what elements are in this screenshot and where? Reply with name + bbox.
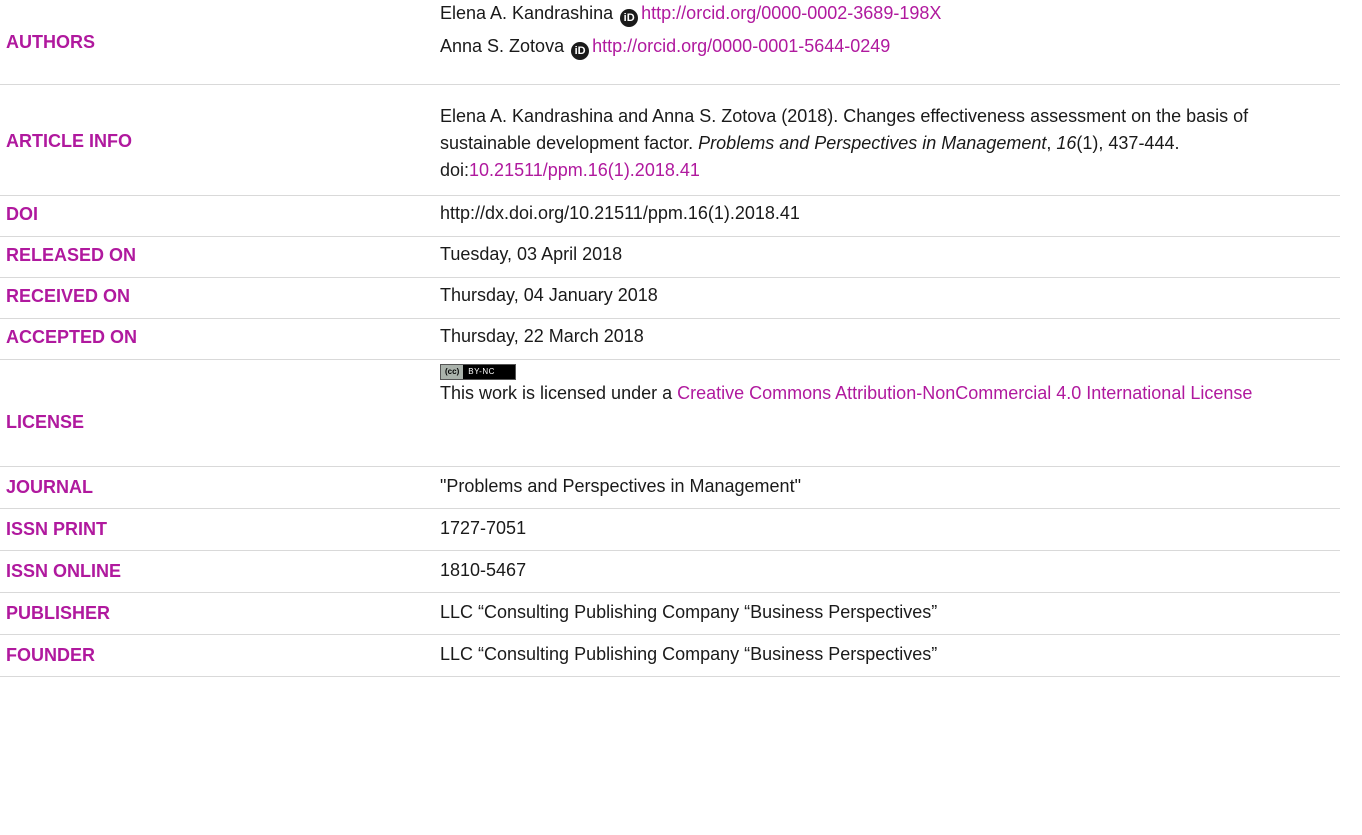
license-text-prefix: This work is licensed under a xyxy=(440,383,678,403)
citation-journal: Problems and Perspectives in Management xyxy=(698,133,1047,153)
author-entry: Elena A. Kandrashina iD http://orcid.org/… xyxy=(440,0,1340,27)
issn-online-value: 1810-5467 xyxy=(440,560,527,580)
doi-value: http://dx.doi.org/10.21511/ppm.16(1).201… xyxy=(440,203,800,223)
accepted-on-value: Thursday, 22 March 2018 xyxy=(440,326,644,346)
issn-print-value: 1727-7051 xyxy=(440,518,527,538)
row-journal: JOURNAL "Problems and Perspectives in Ma… xyxy=(0,466,1340,509)
accepted-on-label: ACCEPTED ON xyxy=(6,327,138,347)
row-authors: AUTHORS Elena A. Kandrashina iD http://or… xyxy=(0,0,1340,85)
row-doi: DOI http://dx.doi.org/10.21511/ppm.16(1)… xyxy=(0,195,1340,237)
row-founder: FOUNDER LLC “Consulting Publishing Compa… xyxy=(0,634,1340,677)
journal-label: JOURNAL xyxy=(6,477,94,497)
license-badge-row: (cc) BY-NC xyxy=(440,364,1340,380)
journal-value: "Problems and Perspectives in Management… xyxy=(440,476,801,496)
released-on-value: Tuesday, 03 April 2018 xyxy=(440,244,623,264)
row-license: LICENSE (cc) BY-NC This work is licensed … xyxy=(0,359,1340,467)
row-publisher: PUBLISHER LLC “Consulting Publishing Com… xyxy=(0,592,1340,635)
founder-label: FOUNDER xyxy=(6,645,95,665)
publisher-value: LLC “Consulting Publishing Company “Busi… xyxy=(440,602,938,622)
issn-online-label: ISSN ONLINE xyxy=(6,561,122,581)
authors-label: AUTHORS xyxy=(6,32,95,52)
row-article-info: ARTICLE INFO Elena A. Kandrashina and An… xyxy=(0,84,1340,196)
author-entry: Anna S. Zotova iD http://orcid.org/0000-0… xyxy=(440,33,1340,60)
author-orcid-link[interactable]: http://orcid.org/0000-0001-5644-0249 xyxy=(592,36,890,56)
received-on-label: RECEIVED ON xyxy=(6,286,131,306)
citation-doi-link[interactable]: 10.21511/ppm.16(1).2018.41 xyxy=(469,160,700,180)
row-issn-print: ISSN PRINT 1727-7051 xyxy=(0,508,1340,551)
row-released-on: RELEASED ON Tuesday, 03 April 2018 xyxy=(0,236,1340,278)
cc-by-nc-badge-icon[interactable]: (cc) BY-NC xyxy=(440,364,516,380)
license-link[interactable]: Creative Commons Attribution-NonCommerci… xyxy=(677,383,1252,403)
license-value: (cc) BY-NC This work is licensed under a … xyxy=(440,364,1340,407)
author-name: Anna S. Zotova xyxy=(440,36,565,56)
row-issn-online: ISSN ONLINE 1810-5467 xyxy=(0,550,1340,593)
authors-list: Elena A. Kandrashina iD http://orcid.org/… xyxy=(440,0,1340,60)
row-received-on: RECEIVED ON Thursday, 04 January 2018 xyxy=(0,277,1340,319)
orcid-icon[interactable]: iD xyxy=(620,9,639,27)
citation-separator: , xyxy=(1046,133,1057,153)
author-orcid-link[interactable]: http://orcid.org/0000-0002-3689-198X xyxy=(641,3,941,23)
doi-label: DOI xyxy=(6,204,39,224)
cc-badge-type: BY-NC xyxy=(468,367,495,376)
received-on-value: Thursday, 04 January 2018 xyxy=(440,285,658,305)
license-label: LICENSE xyxy=(6,412,85,432)
article-info-label: ARTICLE INFO xyxy=(6,131,132,151)
founder-value: LLC “Consulting Publishing Company “Busi… xyxy=(440,644,938,664)
author-name: Elena A. Kandrashina xyxy=(440,3,614,23)
cc-badge-symbol: (cc) xyxy=(441,365,464,379)
issn-print-label: ISSN PRINT xyxy=(6,519,108,539)
article-citation: Elena A. Kandrashina and Anna S. Zotova … xyxy=(440,103,1330,184)
publisher-label: PUBLISHER xyxy=(6,603,111,623)
row-accepted-on: ACCEPTED ON Thursday, 22 March 2018 xyxy=(0,318,1340,360)
released-on-label: RELEASED ON xyxy=(6,245,137,265)
citation-volume: 16 xyxy=(1056,133,1077,153)
orcid-icon[interactable]: iD xyxy=(571,42,590,60)
license-text: This work is licensed under a Creative C… xyxy=(440,380,1340,407)
